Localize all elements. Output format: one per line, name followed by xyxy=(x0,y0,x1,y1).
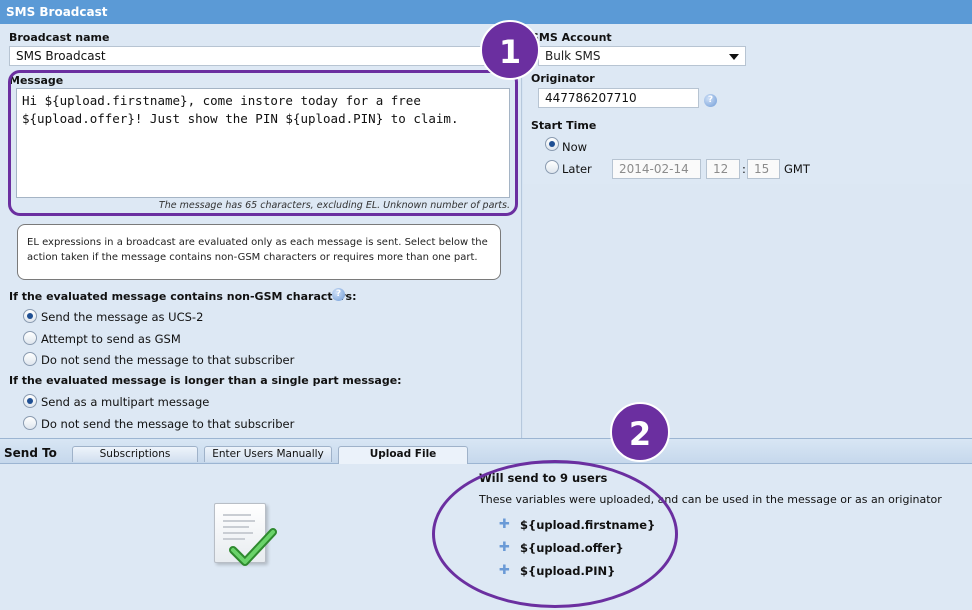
radio-longer-do-not-send-label: Do not send the message to that subscrib… xyxy=(41,417,295,431)
radio-multipart[interactable] xyxy=(23,394,37,408)
timezone-label: GMT xyxy=(784,162,810,176)
broadcast-name-input[interactable]: SMS Broadcast xyxy=(9,46,503,66)
sms-account-value: Bulk SMS xyxy=(545,49,601,63)
radio-send-ucs2-label: Send the message as UCS-2 xyxy=(41,310,204,324)
originator-input[interactable]: 447786207710 xyxy=(538,88,699,108)
el-info-box: EL expressions in a broadcast are evalua… xyxy=(17,224,501,280)
radio-start-later-label: Later xyxy=(562,162,592,176)
question-circle-icon[interactable]: ? xyxy=(332,288,345,301)
tab-upload-file[interactable]: Upload File xyxy=(338,446,468,464)
annotation-badge-2: 2 xyxy=(610,402,670,462)
radio-start-later[interactable] xyxy=(545,160,559,174)
radio-longer-do-not-send[interactable] xyxy=(23,416,37,430)
radio-multipart-label: Send as a multipart message xyxy=(41,395,210,409)
tab-subscriptions[interactable]: Subscriptions xyxy=(72,446,198,462)
radio-send-ucs2[interactable] xyxy=(23,309,37,323)
later-date-input[interactable]: 2014-02-14 xyxy=(612,159,701,179)
annotation-ring-variables xyxy=(432,460,678,608)
send-to-title: Send To xyxy=(4,446,57,460)
nongsm-label: If the evaluated message contains non-GS… xyxy=(9,290,357,303)
tab-enter-users-manually[interactable]: Enter Users Manually xyxy=(204,446,332,462)
window-title: SMS Broadcast xyxy=(0,0,972,24)
start-time-label: Start Time xyxy=(531,119,597,132)
radio-start-now[interactable] xyxy=(545,137,559,151)
chevron-down-icon xyxy=(729,54,739,60)
later-minute-input[interactable]: 15 xyxy=(747,159,780,179)
annotation-badge-1: 1 xyxy=(480,20,540,80)
sms-account-label: SMS Account xyxy=(531,31,612,44)
right-pane-fill xyxy=(523,184,972,438)
longer-label: If the evaluated message is longer than … xyxy=(9,374,402,387)
annotation-ring-message xyxy=(8,70,518,216)
sms-account-select[interactable]: Bulk SMS xyxy=(538,46,746,66)
checkmark-icon xyxy=(229,528,277,566)
radio-nongsm-do-not-send-label: Do not send the message to that subscrib… xyxy=(41,353,295,367)
question-circle-icon[interactable]: ? xyxy=(704,94,717,107)
radio-nongsm-do-not-send[interactable] xyxy=(23,352,37,366)
radio-attempt-gsm[interactable] xyxy=(23,331,37,345)
originator-label: Originator xyxy=(531,72,595,85)
later-hour-input[interactable]: 12 xyxy=(706,159,740,179)
radio-attempt-gsm-label: Attempt to send as GSM xyxy=(41,332,181,346)
time-separator: : xyxy=(742,162,746,176)
document-check-icon xyxy=(214,503,277,566)
radio-start-now-label: Now xyxy=(562,140,588,154)
broadcast-name-label: Broadcast name xyxy=(9,31,110,44)
